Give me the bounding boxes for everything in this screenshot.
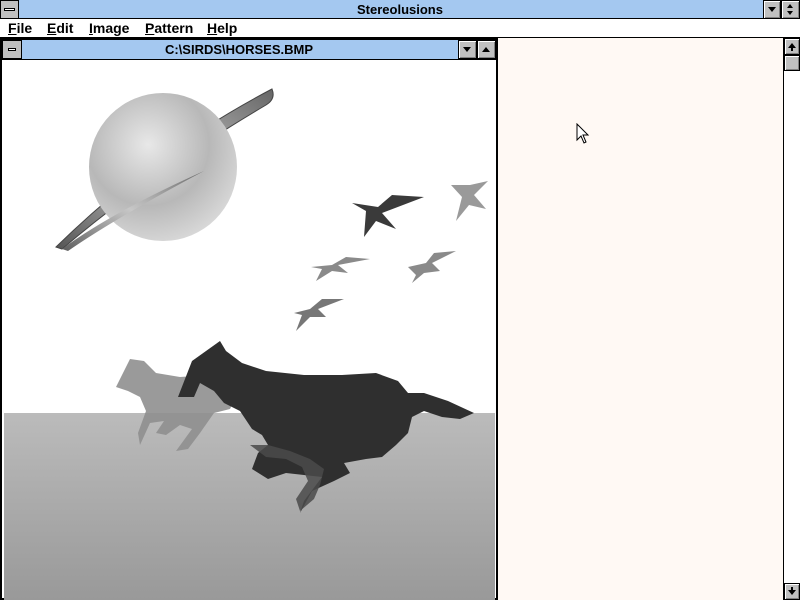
menu-image[interactable]: Image <box>89 20 129 36</box>
menu-file-label: ile <box>16 20 33 36</box>
depth-map-image <box>4 61 495 600</box>
app-title: Stereolusions <box>357 2 443 17</box>
updown-arrows-icon <box>787 4 793 15</box>
scroll-up-button[interactable] <box>784 38 800 55</box>
menu-file[interactable]: File <box>8 20 32 36</box>
document-title-bar[interactable]: C:\SIRDS\HORSES.BMP <box>2 40 496 60</box>
menu-edit-key: E <box>47 20 57 36</box>
menu-help-key: H <box>207 20 218 36</box>
menu-file-key: F <box>8 20 17 36</box>
menu-image-label: mage <box>92 20 130 36</box>
arrow-down-icon <box>788 587 796 595</box>
scroll-thumb[interactable] <box>784 55 800 71</box>
menu-pattern[interactable]: Pattern <box>145 20 193 36</box>
vertical-scrollbar[interactable] <box>783 38 800 600</box>
arrow-down-icon <box>768 7 776 12</box>
document-title: C:\SIRDS\HORSES.BMP <box>164 42 314 57</box>
menu-pattern-label: attern <box>154 20 194 36</box>
mouse-pointer-icon <box>576 123 590 144</box>
menu-pattern-key: P <box>145 20 155 36</box>
ground <box>4 413 495 600</box>
stereogram-canvas[interactable] <box>498 38 783 600</box>
minimize-button[interactable] <box>763 0 781 19</box>
arrow-down-icon <box>463 47 471 52</box>
document-maximize-button[interactable] <box>477 40 496 59</box>
maximize-button[interactable] <box>781 0 800 19</box>
document-system-menu-button[interactable] <box>2 40 22 59</box>
menu-help[interactable]: Help <box>207 20 237 36</box>
arrow-up-icon <box>788 43 796 51</box>
arrow-up-icon <box>482 47 490 52</box>
menu-edit-label: dit <box>56 20 74 36</box>
scroll-down-button[interactable] <box>784 583 800 600</box>
system-menu-icon <box>8 48 16 51</box>
document-minimize-button[interactable] <box>458 40 477 59</box>
menu-help-label: elp <box>217 20 238 36</box>
menu-edit[interactable]: Edit <box>47 20 73 36</box>
app-title-bar[interactable]: Stereolusions <box>0 0 800 19</box>
menu-bar: File Edit Image Pattern Help <box>0 19 800 38</box>
